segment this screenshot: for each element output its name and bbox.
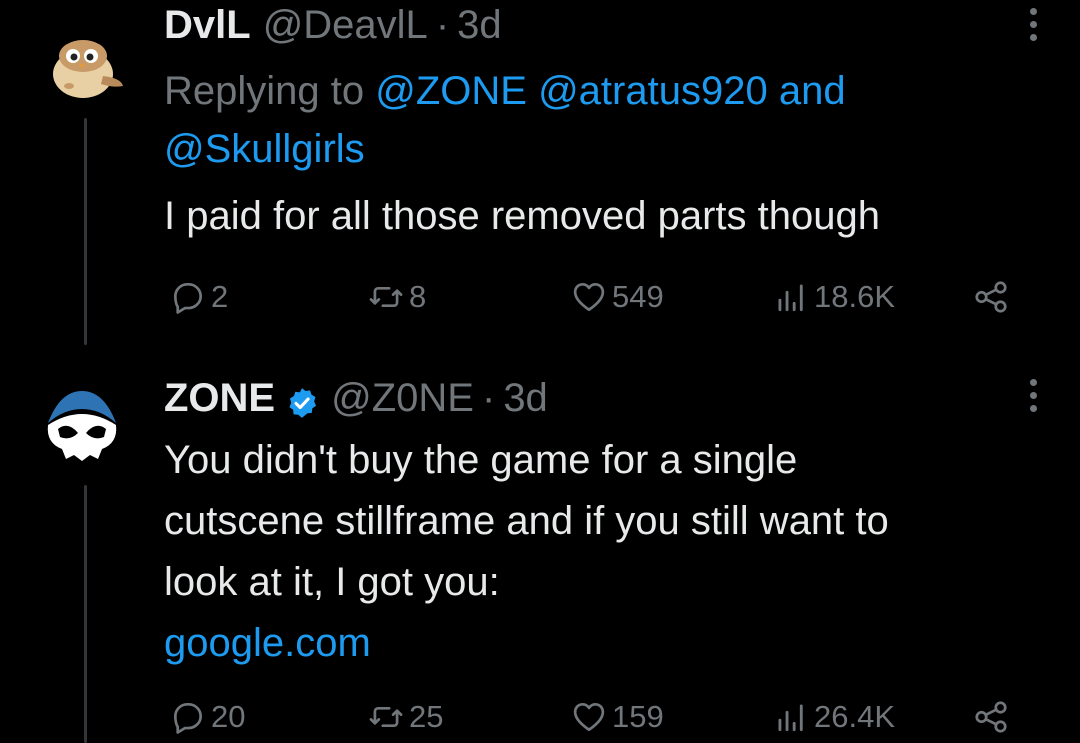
tweet-actions: 20 25 159 26.4K	[164, 695, 1034, 739]
mention-skullgirls[interactable]: @Skullgirls	[164, 127, 365, 171]
tweet-actions: 2 8 549 18.6K	[164, 275, 1034, 319]
tweet-text-line: You didn't buy the game for a single	[164, 438, 798, 482]
thread-line	[84, 118, 87, 345]
repost-icon	[369, 286, 403, 308]
views-button[interactable]: 26.4K	[772, 695, 895, 739]
like-count: 549	[612, 279, 664, 314]
tweet-dvll[interactable]: DvlL @DeavlL · 3d Replying to @ZONE @atr…	[0, 0, 1080, 345]
views-button[interactable]: 18.6K	[772, 275, 895, 319]
timestamp[interactable]: 3d	[503, 374, 548, 422]
more-options-icon[interactable]	[1028, 8, 1038, 41]
tweet-text-line: look at it, I got you:	[164, 560, 500, 604]
mention-atratus920[interactable]: @atratus920	[538, 69, 768, 113]
verified-badge-icon[interactable]	[285, 383, 319, 418]
like-button[interactable]: 159	[570, 695, 664, 739]
tweet-text-line: cutscene stillframe and if you still wan…	[164, 499, 889, 543]
bird-avatar[interactable]	[43, 26, 127, 110]
like-count: 159	[612, 699, 664, 734]
views-icon	[778, 284, 803, 312]
repost-count: 8	[409, 279, 427, 314]
tweet-link[interactable]: google.com	[164, 621, 371, 665]
replying-to-label: Replying to	[164, 69, 376, 113]
separator-dot: ·	[481, 376, 496, 420]
user-handle[interactable]: @DeavlL	[263, 1, 428, 49]
repost-count: 25	[409, 699, 444, 734]
thread-line	[84, 485, 87, 743]
repost-icon	[369, 706, 403, 728]
reply-button[interactable]: 20	[169, 695, 245, 739]
mention-zone[interactable]: @ZONE	[375, 69, 527, 113]
tweet-header: DvlL @DeavlL · 3d	[164, 1, 502, 49]
heart-icon	[573, 282, 605, 312]
user-handle[interactable]: @Z0NE	[331, 374, 474, 422]
separator-dot: ·	[435, 3, 450, 47]
tweet-header: ZONE @Z0NE · 3d	[164, 374, 548, 422]
reply-icon	[173, 282, 203, 314]
more-options-icon[interactable]	[1028, 379, 1038, 412]
share-button[interactable]	[972, 695, 1010, 739]
like-button[interactable]: 549	[570, 275, 664, 319]
views-icon	[778, 704, 803, 732]
tweet-text: I paid for all those removed parts thoug…	[164, 194, 880, 238]
share-icon	[975, 701, 1007, 733]
mention-and[interactable]: and	[768, 69, 846, 113]
skull-avatar[interactable]	[40, 383, 124, 467]
timestamp[interactable]: 3d	[457, 1, 502, 49]
tweet-text: You didn't buy the game for a single cut…	[164, 430, 1064, 674]
replying-to: Replying to @ZONE @atratus920 and @Skull…	[164, 62, 1014, 178]
display-name[interactable]: ZONE	[164, 374, 275, 422]
reply-icon	[173, 702, 203, 734]
reply-count: 2	[211, 279, 229, 314]
tweet-zone[interactable]: ZONE @Z0NE · 3d You didn't buy the game …	[0, 345, 1080, 743]
view-count: 18.6K	[814, 279, 896, 314]
reply-button[interactable]: 2	[169, 275, 228, 319]
repost-button[interactable]: 8	[367, 275, 426, 319]
view-count: 26.4K	[814, 699, 896, 734]
share-icon	[975, 281, 1007, 313]
share-button[interactable]	[972, 275, 1010, 319]
repost-button[interactable]: 25	[367, 695, 443, 739]
display-name[interactable]: DvlL	[164, 1, 251, 49]
heart-icon	[573, 702, 605, 732]
reply-count: 20	[211, 699, 246, 734]
